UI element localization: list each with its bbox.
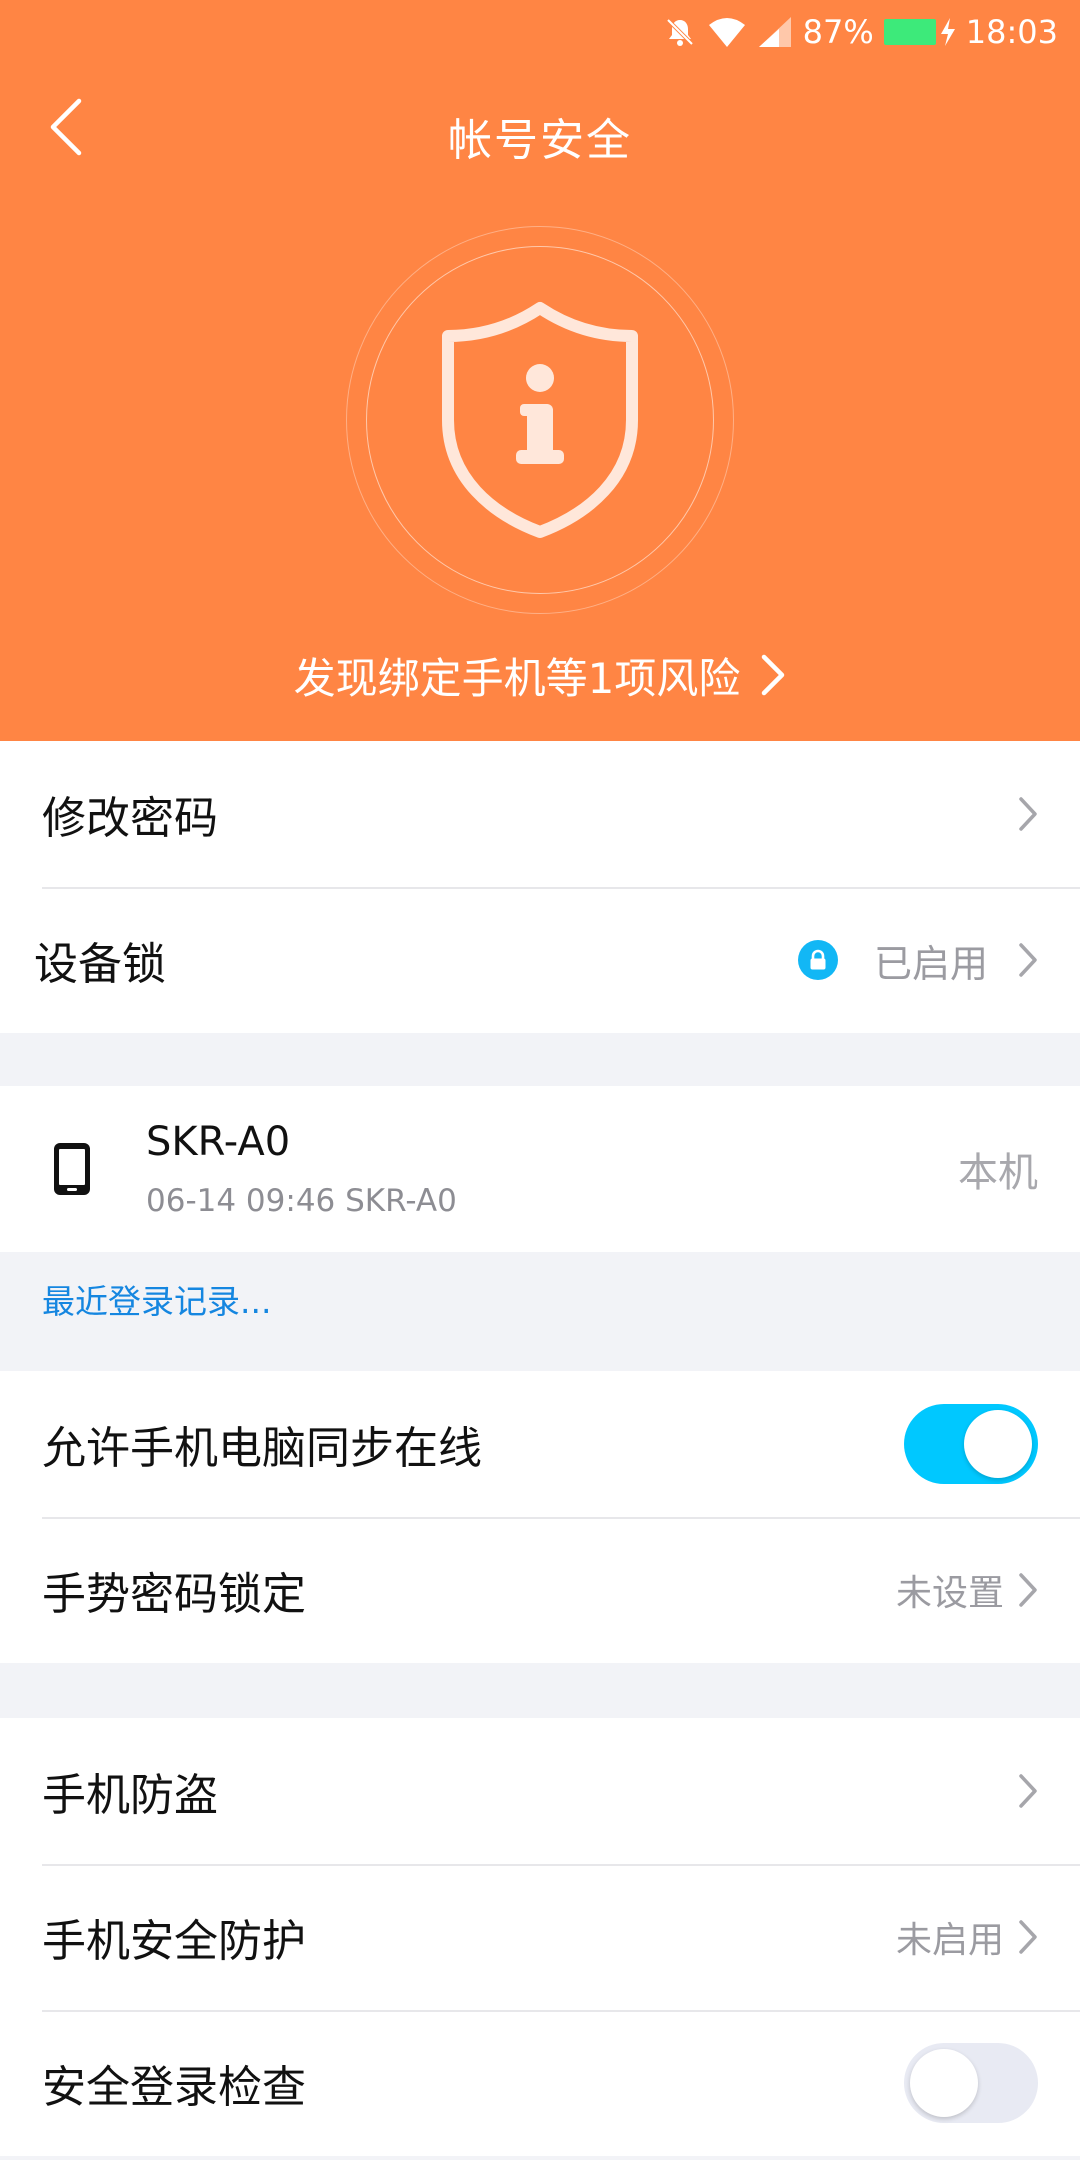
signal-icon	[757, 15, 793, 49]
chevron-right-icon	[1019, 797, 1037, 831]
wifi-icon	[707, 15, 747, 49]
security-section: 修改密码 设备锁 已启用	[0, 741, 1080, 1033]
security-protection-row[interactable]: 手机安全防护 未启用	[0, 1864, 1080, 2010]
recent-login-records-link[interactable]: 最近登录记录...	[42, 1275, 271, 1323]
header: 87% 18:03 帐号安全 发现绑定手机等1项风险	[0, 0, 1080, 741]
login-check-row: 安全登录检查	[0, 2010, 1080, 2156]
change-password-label: 修改密码	[42, 793, 218, 844]
device-lock-status: 已启用	[873, 941, 988, 986]
settings-section: 允许手机电脑同步在线 手势密码锁定 未设置	[0, 1371, 1080, 1663]
lock-icon	[797, 940, 838, 980]
bell-muted-icon	[663, 15, 697, 49]
login-check-toggle[interactable]	[904, 2043, 1038, 2123]
device-lock-row[interactable]: 设备锁 已启用	[0, 887, 1080, 1033]
security-protection-status: 未启用	[895, 1920, 1004, 1961]
chevron-right-icon	[1019, 1774, 1037, 1808]
device-login-detail: 06-14 09:46 SKR-A0	[146, 1183, 457, 1219]
anti-theft-row[interactable]: 手机防盗	[0, 1718, 1080, 1864]
phone-icon	[54, 1143, 90, 1195]
account-security-screen: 87% 18:03 帐号安全 发现绑定手机等1项风险 修改密码 设备锁 已启用 …	[0, 0, 1080, 2160]
security-protection-label: 手机安全防护	[42, 1916, 306, 1967]
gesture-lock-row[interactable]: 手势密码锁定 未设置	[0, 1517, 1080, 1663]
page-title: 帐号安全	[448, 115, 632, 166]
toggle-knob	[910, 2049, 978, 2117]
chevron-right-icon	[762, 654, 785, 696]
current-device-tag: 本机	[958, 1150, 1038, 1196]
device-name: SKR-A0	[146, 1119, 291, 1165]
chevron-right-icon	[1019, 1920, 1037, 1954]
device-section: SKR-A0 06-14 09:46 SKR-A0 本机	[0, 1086, 1080, 1252]
gesture-lock-status: 未设置	[895, 1573, 1004, 1614]
chevron-right-icon	[1019, 1573, 1037, 1607]
chevron-right-icon	[1019, 943, 1037, 977]
title-bar: 帐号安全	[0, 64, 1080, 194]
sync-online-label: 允许手机电脑同步在线	[42, 1423, 482, 1474]
change-password-row[interactable]: 修改密码	[0, 741, 1080, 887]
clock: 18:03	[965, 13, 1058, 51]
login-check-label: 安全登录检查	[42, 2062, 306, 2113]
device-lock-label: 设备锁	[34, 939, 166, 990]
toggle-knob	[964, 1410, 1032, 1478]
security-status-graphic	[346, 226, 734, 614]
status-icons: 87% 18:03	[663, 10, 1058, 54]
sync-online-row: 允许手机电脑同步在线	[0, 1371, 1080, 1517]
status-bar: 87% 18:03	[0, 0, 1080, 64]
shield-info-icon	[442, 302, 638, 538]
anti-theft-label: 手机防盗	[42, 1770, 218, 1821]
battery-charging-icon	[883, 18, 956, 46]
risk-warning-text: 发现绑定手机等1项风险	[293, 653, 741, 703]
sync-online-toggle[interactable]	[904, 1404, 1038, 1484]
risk-warning-link[interactable]: 发现绑定手机等1项风险	[0, 645, 1080, 705]
protection-section: 手机防盗 手机安全防护 未启用 安全登录检查	[0, 1718, 1080, 2156]
battery-percent: 87%	[802, 13, 874, 51]
gesture-lock-label: 手势密码锁定	[42, 1569, 306, 1620]
device-item[interactable]: SKR-A0 06-14 09:46 SKR-A0 本机	[0, 1086, 1080, 1252]
